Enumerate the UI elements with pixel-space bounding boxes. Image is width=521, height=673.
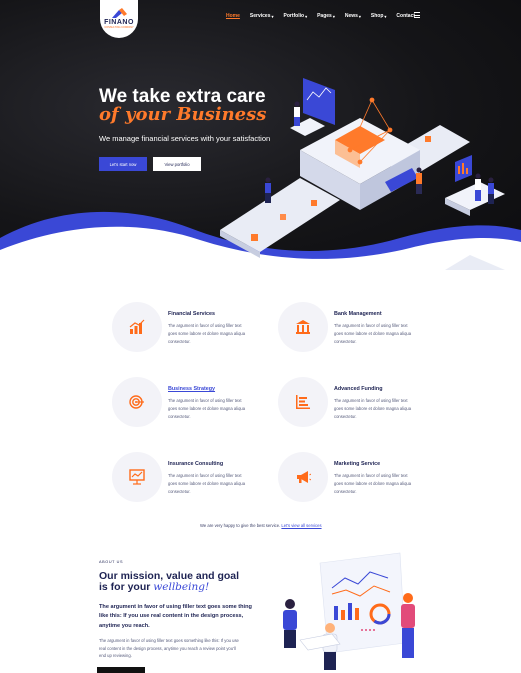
nav-item-portfolio[interactable]: Portfolio ▾ <box>284 13 308 19</box>
service-title[interactable]: Marketing Service <box>334 461 380 467</box>
service-title[interactable]: Bank Management <box>334 311 382 317</box>
service-title[interactable]: Advanced Funding <box>334 386 383 392</box>
nav-item-shop[interactable]: Shop ▾ <box>371 13 387 19</box>
chevron-down-icon: ▾ <box>271 13 274 19</box>
service-card-insurance: Insurance Consulting The argument in fav… <box>112 452 272 512</box>
about-read-more-button[interactable] <box>97 667 145 673</box>
nav-label: News <box>344 13 358 19</box>
megaphone-icon <box>297 471 311 483</box>
about-body: The argument in favor of using filler te… <box>99 638 239 659</box>
service-title[interactable]: Business Strategy <box>168 386 215 392</box>
brand-tagline: CONSULTING COMPANY <box>104 26 134 30</box>
nav-item-news[interactable]: News ▾ <box>345 13 361 19</box>
brand-logo[interactable]: FINANO CONSULTING COMPANY <box>100 0 138 38</box>
chevron-down-icon: ▾ <box>384 13 387 19</box>
service-card-bank: Bank Management The argument in favor of… <box>278 302 438 362</box>
nav-label: Services <box>249 13 271 19</box>
nav-item-pages[interactable]: Pages ▾ <box>317 13 335 19</box>
logo-mark-icon <box>112 8 127 19</box>
nav-item-services[interactable]: Services ▾ <box>250 13 274 19</box>
nav-label: Shop <box>370 13 384 19</box>
nav-label: Pages <box>317 13 332 19</box>
nav-label: Contact <box>396 13 416 19</box>
start-now-button[interactable]: Let's start now <box>99 157 147 171</box>
bar-chart-icon <box>129 319 145 334</box>
chevron-down-icon: ▾ <box>332 13 335 19</box>
nav-label: Portfolio <box>283 13 305 19</box>
nav-item-contact[interactable]: Contact <box>396 13 415 19</box>
hero-section: FINANO CONSULTING COMPANY Home Services … <box>0 0 521 270</box>
hamburger-icon[interactable] <box>414 12 420 18</box>
view-portfolio-button[interactable]: View portfolio <box>153 157 201 171</box>
nav-item-home[interactable]: Home <box>226 13 240 19</box>
target-icon <box>129 395 144 409</box>
chevron-down-icon: ▾ <box>358 13 361 19</box>
service-description: The argument in favor of using filler te… <box>168 398 246 419</box>
view-all-services-link[interactable]: Let's view all services <box>281 523 321 528</box>
brand-name: FINANO <box>104 19 134 27</box>
service-card-financial: Financial Services The argument in favor… <box>112 302 272 362</box>
service-description: The argument in favor of using filler te… <box>168 473 246 494</box>
nav-label: Home <box>226 13 240 19</box>
about-title-line2: is for your wellbeing! <box>99 581 209 593</box>
about-title-emphasis: wellbeing! <box>153 581 210 593</box>
team-dashboard-illustration <box>283 552 415 670</box>
service-description: The argument in favor of using filler te… <box>334 323 412 344</box>
bank-icon <box>296 320 310 334</box>
service-description: The argument in favor of using filler te… <box>168 323 246 344</box>
about-lead: The argument in favor of using filler te… <box>99 604 252 629</box>
services-footer-text: We are very happy to give the best servi… <box>200 523 281 528</box>
presentation-board-icon <box>129 469 145 485</box>
service-card-marketing: Marketing Service The argument in favor … <box>278 452 438 512</box>
hero-title-emphasis: of your Business <box>99 104 267 125</box>
service-description: The argument in favor of using filler te… <box>334 398 412 419</box>
about-title-prefix: is for your <box>99 581 154 593</box>
service-card-strategy: Business Strategy The argument in favor … <box>112 377 272 437</box>
chevron-down-icon: ▾ <box>305 13 308 19</box>
main-navigation: Home Services ▾ Portfolio ▾ Pages ▾ News… <box>226 13 415 19</box>
hero-subtitle: We manage financial services with your s… <box>99 134 271 143</box>
service-description: The argument in favor of using filler te… <box>334 473 412 494</box>
about-label: ABOUT US <box>99 560 124 564</box>
service-title[interactable]: Insurance Consulting <box>168 461 223 467</box>
service-title[interactable]: Financial Services <box>168 311 215 317</box>
growth-chart-icon <box>296 395 310 409</box>
service-card-funding: Advanced Funding The argument in favor o… <box>278 377 438 437</box>
services-footer-note: We are very happy to give the best servi… <box>200 523 322 528</box>
